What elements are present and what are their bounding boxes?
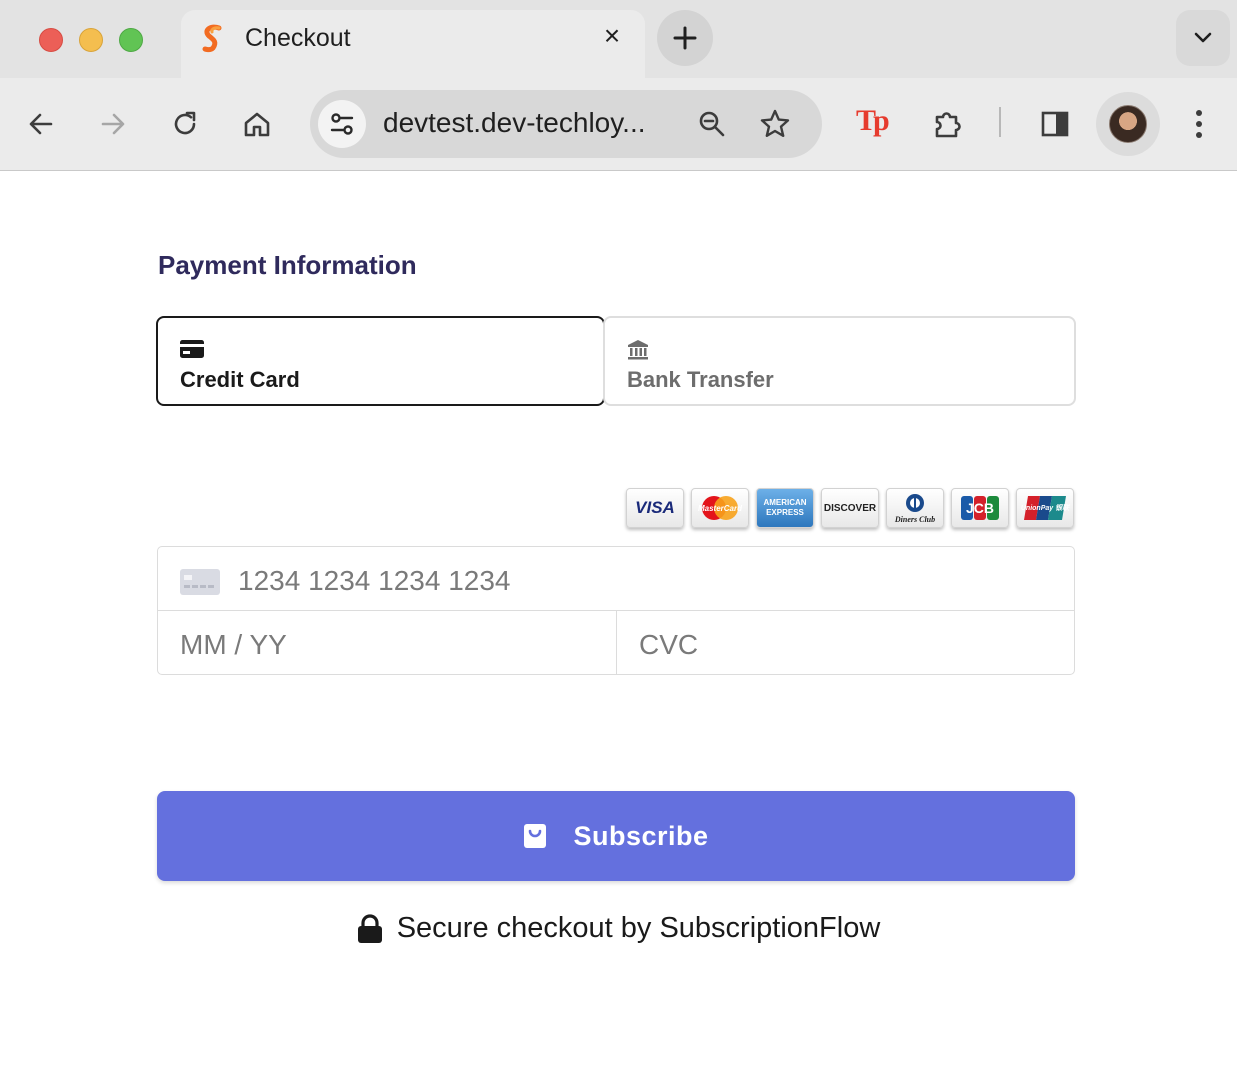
reload-icon [174, 111, 196, 135]
bank-icon [628, 340, 648, 360]
mastercard-logo: MasterCard [691, 488, 749, 528]
page-content: Payment Information Credit Card Bank Tra… [0, 172, 1237, 1069]
zoom-button[interactable] [692, 104, 732, 144]
lock-icon [357, 913, 383, 944]
url-text[interactable]: devtest.dev-techloy... [383, 107, 673, 139]
toolbar-divider [999, 107, 1001, 137]
subscriptionflow-favicon-icon [202, 24, 222, 53]
cvc-field[interactable]: CVC [617, 611, 1074, 675]
shopping-bag-icon [523, 823, 547, 849]
tp-extension-icon[interactable]: Tp [856, 104, 890, 138]
expiry-field[interactable]: MM / YY [158, 611, 617, 675]
secure-checkout-text: Secure checkout by SubscriptionFlow [396, 912, 881, 944]
secure-checkout-note: Secure checkout by SubscriptionFlow [0, 912, 1237, 945]
home-button[interactable] [237, 104, 277, 144]
card-number-placeholder: 1234 1234 1234 1234 [238, 565, 511, 596]
bookmark-button[interactable] [755, 104, 795, 144]
star-icon [760, 109, 790, 137]
credit-card-icon [180, 340, 204, 358]
more-vertical-icon [1196, 110, 1202, 138]
extensions-button[interactable] [928, 104, 968, 144]
credit-card-option[interactable]: Credit Card [156, 316, 605, 406]
puzzle-icon [935, 112, 961, 138]
profile-avatar[interactable] [1096, 92, 1160, 156]
arrow-left-icon [29, 113, 53, 135]
minimize-window-button[interactable] [79, 28, 103, 52]
new-tab-button[interactable] [657, 10, 713, 66]
visa-logo: VISA [626, 488, 684, 528]
subscribe-label: Subscribe [573, 820, 709, 851]
arrow-right-icon [101, 113, 125, 135]
tab-strip: Checkout × [0, 0, 1237, 78]
bank-transfer-option[interactable]: Bank Transfer [603, 316, 1076, 406]
browser-toolbar: devtest.dev-techloy... Tp [0, 78, 1237, 171]
diners-club-logo: Diners Club [886, 488, 944, 528]
tab-search-button[interactable] [1176, 10, 1230, 66]
maximize-window-button[interactable] [119, 28, 143, 52]
card-placeholder-icon [180, 569, 220, 595]
zoom-out-icon [699, 111, 725, 137]
browser-menu-button[interactable] [1179, 104, 1219, 144]
home-icon [244, 112, 270, 137]
card-number-field[interactable]: 1234 1234 1234 1234 [158, 547, 1074, 611]
site-info-button[interactable] [318, 100, 366, 148]
page-title: Payment Information [158, 250, 417, 280]
tab-title: Checkout [245, 24, 351, 52]
reload-button[interactable] [165, 104, 205, 144]
credit-card-label: Credit Card [180, 367, 300, 392]
unionpay-logo: UnionPay 银联 [1016, 488, 1074, 528]
chevron-down-icon [1194, 32, 1212, 43]
side-panel-button[interactable] [1035, 104, 1075, 144]
plus-icon [673, 26, 697, 50]
jcb-logo: JCB [951, 488, 1009, 528]
svg-text:Diners Club: Diners Club [894, 515, 935, 524]
svg-text:UnionPay 银联: UnionPay 银联 [1021, 503, 1070, 512]
svg-text:MasterCard: MasterCard [698, 504, 743, 513]
close-window-button[interactable] [39, 28, 63, 52]
svg-text:JCB: JCB [966, 500, 994, 516]
forward-button[interactable] [93, 104, 133, 144]
bank-transfer-label: Bank Transfer [627, 367, 774, 392]
tab-close-icon[interactable]: × [599, 22, 625, 50]
expiry-placeholder: MM / YY [180, 629, 287, 660]
card-input-group: 1234 1234 1234 1234 MM / YY CVC [157, 546, 1075, 675]
subscribe-button[interactable]: Subscribe [157, 791, 1075, 881]
back-button[interactable] [21, 104, 61, 144]
browser-window: Checkout × devtest.dev-techloy... Tp Pay… [0, 0, 1237, 1069]
tab-checkout[interactable]: Checkout × [181, 10, 645, 78]
side-panel-icon [1041, 111, 1069, 137]
avatar [1109, 105, 1147, 143]
cvc-placeholder: CVC [639, 629, 699, 660]
address-bar[interactable]: devtest.dev-techloy... [310, 90, 822, 158]
amex-logo: AMERICAN EXPRESS [756, 488, 814, 528]
tune-icon [330, 113, 354, 135]
discover-logo: DISCOVER [821, 488, 879, 528]
